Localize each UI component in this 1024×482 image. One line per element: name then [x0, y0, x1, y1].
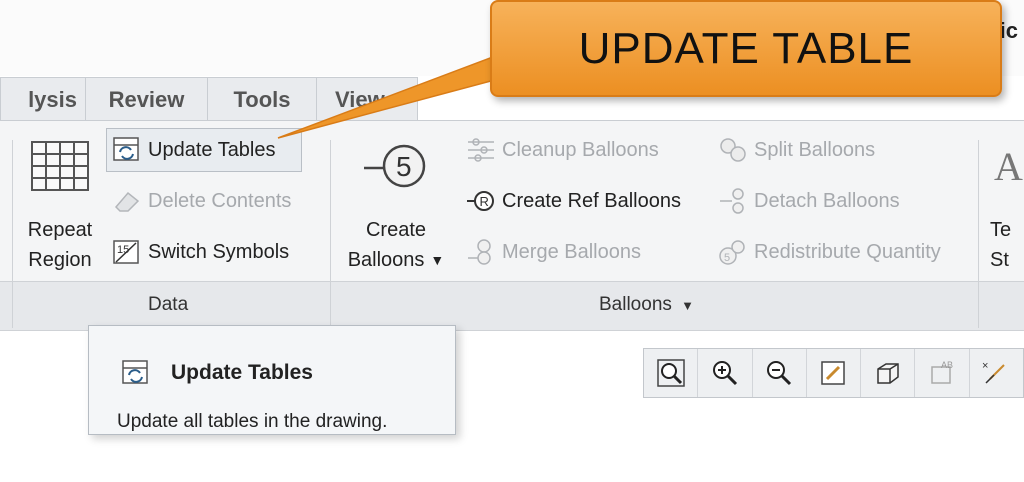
split-balloons-button[interactable]: Split Balloons [718, 134, 875, 166]
svg-text:5: 5 [724, 252, 730, 264]
svg-text:×: × [982, 360, 988, 372]
text-style-button[interactable]: A Te St [990, 136, 1024, 276]
dropdown-arrow-icon: ▼ [681, 298, 695, 313]
text-style-label-1: Te [990, 219, 1012, 241]
redistribute-quantity-icon: 5 [718, 237, 748, 267]
zoom-in-icon[interactable] [698, 349, 753, 397]
datum-display-icon[interactable]: × [970, 349, 1023, 397]
create-balloons-button[interactable]: 5 Create Balloons ▼ [338, 136, 454, 276]
update-tables-button[interactable]: Update Tables [112, 134, 276, 166]
switch-symbols-button[interactable]: 15 Switch Symbols [112, 236, 289, 268]
update-tables-icon [121, 358, 151, 393]
repaint-icon[interactable] [807, 349, 862, 397]
detach-balloons-button[interactable]: Detach Balloons [718, 185, 900, 217]
detach-balloons-label: Detach Balloons [754, 189, 900, 212]
delete-contents-button[interactable]: Delete Contents [112, 185, 291, 217]
svg-text:5: 5 [396, 151, 412, 182]
eraser-icon [112, 186, 142, 216]
balloons-group-label[interactable]: Balloons ▼ [599, 294, 694, 316]
text-style-label-2: St [990, 249, 1009, 271]
update-tables-icon [112, 135, 142, 165]
svg-text:A: A [994, 144, 1023, 189]
detach-balloons-icon [718, 186, 748, 216]
repeat-region-icon [31, 141, 89, 191]
window-title-fragment: ic [999, 18, 1018, 43]
split-balloons-label: Split Balloons [754, 138, 876, 161]
graphics-toolbar: AB × [643, 348, 1024, 398]
create-balloons-label-2: Balloons [347, 249, 425, 271]
create-ref-balloons-button[interactable]: R Create Ref Balloons [466, 185, 681, 217]
data-group-label: Data [148, 294, 189, 315]
tab-review[interactable]: Review [85, 77, 208, 121]
update-tables-label: Update Tables [148, 138, 276, 161]
create-balloons-label-1: Create [365, 219, 427, 241]
tab-analysis[interactable]: lysis [0, 77, 86, 121]
ref-balloon-icon: R [466, 186, 496, 216]
repeat-region-button[interactable]: Repeat Region [22, 136, 98, 276]
tooltip-title: Update Tables [171, 361, 313, 384]
redistribute-quantity-label: Redistribute Quantity [754, 240, 941, 263]
group-separator [330, 140, 331, 328]
merge-balloons-label: Merge Balloons [502, 240, 641, 263]
text-style-icon: A [994, 144, 1023, 189]
refit-icon[interactable] [644, 349, 699, 397]
update-table-callout: UPDATE TABLE [490, 0, 1002, 97]
annotation-display-icon[interactable]: AB [915, 349, 970, 397]
merge-balloons-button[interactable]: Merge Balloons [466, 236, 641, 268]
group-separator [12, 140, 13, 328]
delete-contents-label: Delete Contents [148, 189, 292, 212]
redistribute-quantity-button[interactable]: 5 Redistribute Quantity [718, 236, 941, 268]
create-ref-balloons-label: Create Ref Balloons [502, 189, 681, 212]
zoom-out-icon[interactable] [753, 349, 807, 397]
update-tables-tooltip: Update Tables Update all tables in the d… [88, 325, 456, 435]
switch-symbols-label: Switch Symbols [148, 240, 290, 263]
svg-text:R: R [480, 194, 489, 209]
repeat-region-label-1: Repeat [27, 219, 93, 241]
dropdown-arrow-icon[interactable]: ▼ [430, 245, 444, 275]
repeat-region-label-2: Region [28, 249, 92, 271]
tooltip-description: Update all tables in the drawing. [117, 411, 388, 432]
switch-symbols-icon: 15 [112, 237, 142, 267]
display-style-icon[interactable] [861, 349, 916, 397]
merge-balloons-icon [466, 237, 496, 267]
split-balloons-icon [718, 135, 748, 165]
group-separator [978, 140, 979, 328]
svg-text:AB: AB [941, 360, 953, 370]
